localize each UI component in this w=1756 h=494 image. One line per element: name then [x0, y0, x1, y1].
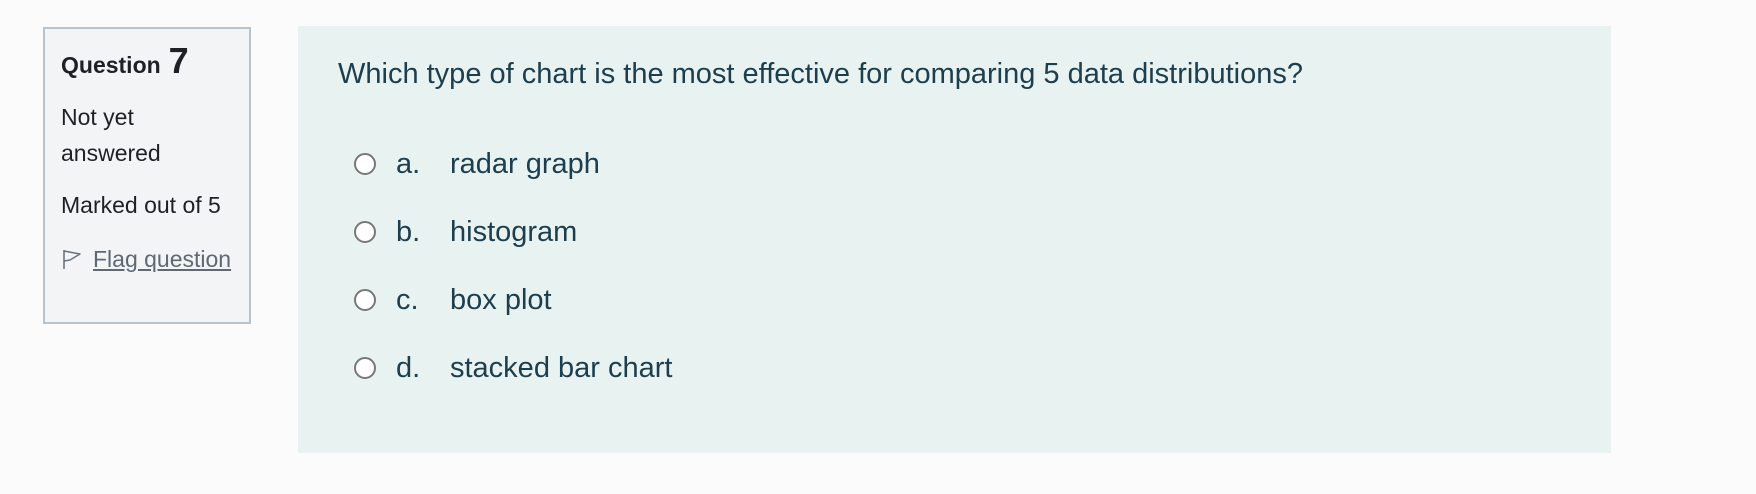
question-content: Which type of chart is the most effectiv… [298, 26, 1611, 453]
answer-option-c[interactable]: c. box plot [338, 274, 1571, 326]
question-state: Not yet answered [61, 104, 161, 166]
answer-label[interactable]: histogram [450, 216, 577, 249]
answer-label[interactable]: stacked bar chart [450, 352, 672, 385]
answer-letter: b. [396, 215, 421, 248]
question-label: Question [61, 52, 161, 78]
radio-button[interactable] [354, 289, 376, 311]
answer-label[interactable]: radar graph [450, 148, 600, 181]
radio-button[interactable] [354, 221, 376, 243]
answer-option-a[interactable]: a. radar graph [338, 138, 1571, 190]
answer-letter: a. [396, 147, 421, 180]
flag-question-link[interactable]: Flag question [93, 246, 231, 272]
question-number-heading: Question 7 [61, 41, 233, 85]
answer-list: a. radar graph b. histogram c. box plot … [338, 138, 1571, 394]
answer-option-b[interactable]: b. histogram [338, 206, 1571, 258]
question-number: 7 [168, 40, 189, 81]
answer-letter: c. [396, 283, 419, 316]
flag-question-control[interactable]: Flag question [61, 241, 233, 277]
flag-icon[interactable] [61, 248, 83, 270]
question-info-panel: Question 7 Not yet answered Marked out o… [43, 27, 251, 324]
question-text: Which type of chart is the most effectiv… [338, 58, 1303, 90]
radio-button[interactable] [354, 357, 376, 379]
answer-option-d[interactable]: d. stacked bar chart [338, 342, 1571, 394]
radio-button[interactable] [354, 153, 376, 175]
question-grade: Marked out of 5 [61, 192, 221, 218]
answer-label[interactable]: box plot [450, 284, 552, 317]
answer-letter: d. [396, 351, 421, 384]
